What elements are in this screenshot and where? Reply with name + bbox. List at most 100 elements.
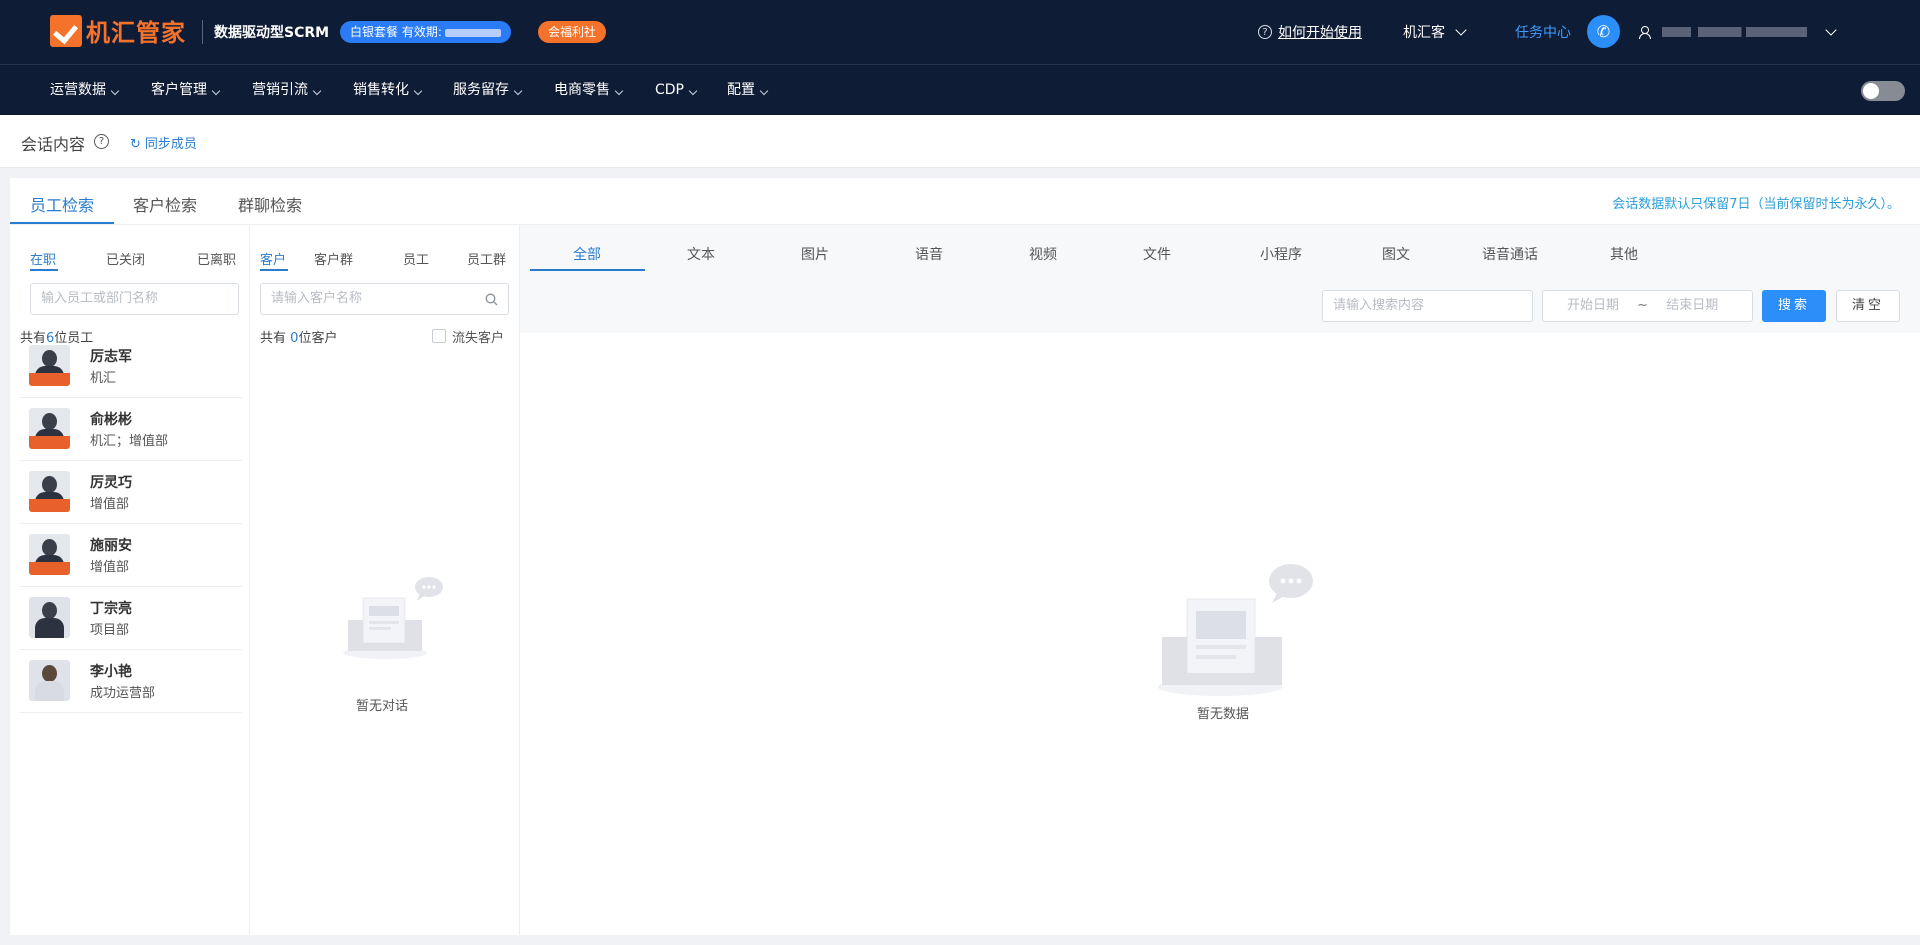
type-tab-miniprogram[interactable]: 小程序 (1260, 244, 1302, 264)
top-bar: 机汇管家 数据驱动型SCRM 白银套餐 有效期: 会福利社 ? 如何开始使用 机… (0, 0, 1920, 64)
chevron-down-icon (1825, 23, 1837, 36)
employee-dept: 项目部 (90, 623, 130, 638)
avatar (29, 660, 70, 701)
chevron-down-icon (688, 86, 698, 96)
type-tab-text[interactable]: 文本 (687, 244, 715, 264)
chevron-down-icon (312, 86, 322, 96)
employee-name: 俞彬彬 (90, 412, 132, 428)
type-tab-all[interactable]: 全部 (573, 244, 601, 264)
tab-customer[interactable]: 客户 (260, 249, 286, 268)
message-search-input[interactable]: 请输入搜索内容 (1322, 290, 1533, 322)
masked-username (1662, 27, 1807, 37)
tab-employed[interactable]: 在职 (30, 249, 56, 268)
search-button[interactable]: 搜索 (1762, 290, 1826, 322)
chevron-down-icon (1455, 23, 1467, 36)
nav-item-retention[interactable]: 服务留存 (453, 65, 523, 116)
nav-item-cdp[interactable]: CDP (655, 65, 698, 116)
chevron-down-icon (110, 86, 120, 96)
nav-item-sales[interactable]: 销售转化 (353, 65, 423, 116)
type-tab-article[interactable]: 图文 (1382, 244, 1410, 264)
type-tab-voice-call[interactable]: 语音通话 (1482, 244, 1538, 264)
type-tab-file[interactable]: 文件 (1143, 244, 1171, 264)
tab-customer-group[interactable]: 客户群 (314, 249, 353, 268)
sync-members-button[interactable]: 同步成员 (130, 133, 197, 152)
employee-row[interactable]: 施丽安 增值部 (20, 524, 242, 587)
product-subtitle: 数据驱动型SCRM (214, 25, 330, 41)
type-tab-voice[interactable]: 语音 (915, 244, 943, 264)
nav-item-marketing[interactable]: 营销引流 (252, 65, 322, 116)
date-separator: ~ (1637, 298, 1649, 313)
avatar (29, 534, 70, 575)
tab-resigned[interactable]: 已离职 (197, 249, 236, 268)
message-filter-bar: 全部 文本 图片 语音 视频 文件 小程序 图文 语音通话 其他 请输入搜索内容… (520, 225, 1920, 333)
chevron-down-icon (759, 86, 769, 96)
empty-data-text: 暂无数据 (1197, 707, 1250, 722)
tab-staff-group[interactable]: 员工群 (467, 249, 506, 268)
user-menu[interactable] (1638, 0, 1837, 64)
type-tab-other[interactable]: 其他 (1610, 244, 1638, 264)
start-date: 开始日期 (1567, 298, 1620, 313)
theme-toggle[interactable] (1861, 81, 1905, 101)
lost-customer-label: 流失客户 (452, 331, 505, 346)
empty-conversation-text: 暂无对话 (356, 699, 409, 714)
employee-row[interactable]: 李小艳 成功运营部 (20, 650, 242, 713)
customer-tab-indicator (260, 269, 288, 271)
avatar (29, 471, 70, 512)
chevron-down-icon (513, 86, 523, 96)
logo-check-icon (50, 14, 82, 47)
plan-badge[interactable]: 白银套餐 有效期: (340, 21, 511, 43)
end-date: 结束日期 (1666, 298, 1719, 313)
phone-icon[interactable]: ✆ (1587, 15, 1620, 48)
employee-tab-indicator (30, 269, 58, 271)
employee-name: 厉灵巧 (90, 475, 132, 491)
message-panel: 全部 文本 图片 语音 视频 文件 小程序 图文 语音通话 其他 请输入搜索内容… (520, 225, 1920, 935)
nav-item-ecommerce[interactable]: 电商零售 (554, 65, 624, 116)
employee-dept: 成功运营部 (90, 686, 156, 701)
employee-row[interactable]: 丁宗亮 项目部 (20, 587, 242, 650)
tab-employee-search[interactable]: 员工检索 (30, 192, 94, 216)
nav-item-config[interactable]: 配置 (727, 65, 769, 116)
tab-closed[interactable]: 已关闭 (106, 249, 145, 268)
page-title: 会话内容 (21, 135, 86, 154)
tab-group-search[interactable]: 群聊检索 (238, 192, 302, 216)
customer-search-input[interactable]: 请输入客户名称 (260, 283, 509, 315)
search-icon (485, 293, 498, 306)
employee-row[interactable]: 俞彬彬 机汇；增值部 (20, 398, 242, 461)
customer-count: 共有 0位客户 (260, 331, 338, 346)
date-range-picker[interactable]: 开始日期 ~ 结束日期 (1542, 290, 1753, 322)
chevron-down-icon (614, 86, 624, 96)
avatar (29, 408, 70, 449)
type-tab-video[interactable]: 视频 (1029, 244, 1057, 264)
help-icon[interactable]: ? (94, 134, 109, 149)
empty-data-icon (1158, 564, 1313, 696)
task-center-link[interactable]: 任务中心 (1515, 0, 1571, 64)
avatar (29, 345, 70, 386)
content-panel: 员工检索 客户检索 群聊检索 会话数据默认只保留7日（当前保留时长为永久）。 在… (10, 178, 1920, 935)
employee-panel: 在职 已关闭 已离职 输入员工或部门名称 共有6位员工 厉志军 机汇 俞彬彬 机… (10, 225, 250, 935)
nav-item-ops-data[interactable]: 运营数据 (50, 65, 120, 116)
main-nav: 运营数据 客户管理 营销引流 销售转化 服务留存 电商零售 CDP 配置 (0, 64, 1920, 115)
employee-name: 厉志军 (90, 349, 132, 365)
employee-name: 施丽安 (90, 538, 132, 554)
employee-dept: 机汇；增值部 (90, 434, 169, 449)
app-logo[interactable]: 机汇管家 (50, 13, 186, 48)
help-link[interactable]: ? 如何开始使用 (1258, 0, 1362, 64)
clear-button[interactable]: 清空 (1836, 290, 1900, 322)
chevron-down-icon (413, 86, 423, 96)
logo-divider (202, 20, 203, 44)
tab-staff[interactable]: 员工 (403, 249, 429, 268)
avatar (29, 597, 70, 638)
employee-row[interactable]: 厉灵巧 增值部 (20, 461, 242, 524)
type-tab-indicator (530, 269, 645, 271)
employee-search-input[interactable]: 输入员工或部门名称 (30, 283, 239, 315)
nav-item-customer-mgmt[interactable]: 客户管理 (151, 65, 221, 116)
chevron-down-icon (211, 86, 221, 96)
lost-customer-checkbox[interactable] (432, 329, 446, 343)
type-tab-image[interactable]: 图片 (801, 244, 829, 264)
user-icon (1638, 26, 1651, 39)
welfare-badge[interactable]: 会福利社 (538, 21, 607, 43)
masked-expiry (444, 28, 501, 37)
brand-selector[interactable]: 机汇客 (1403, 0, 1467, 64)
employee-row[interactable]: 厉志军 机汇 (20, 335, 242, 398)
tab-customer-search[interactable]: 客户检索 (133, 192, 197, 216)
